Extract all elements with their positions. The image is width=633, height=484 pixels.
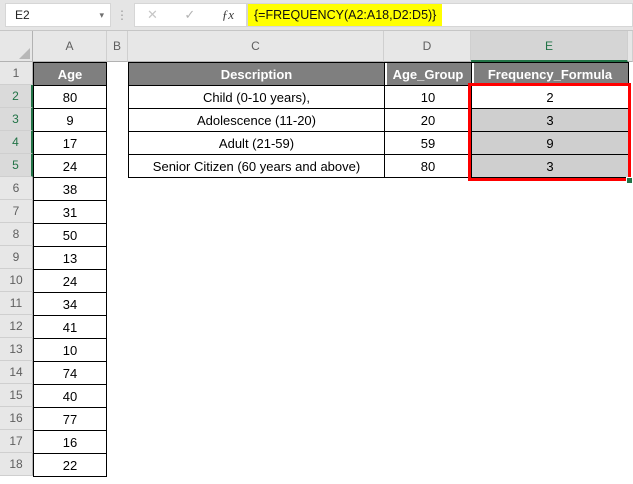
row-header-13[interactable]: 13 <box>0 338 33 361</box>
row-header-16[interactable]: 16 <box>0 407 33 430</box>
age-cell[interactable]: 24 <box>33 154 107 178</box>
fill-handle[interactable] <box>626 177 633 184</box>
row-header-4[interactable]: 4 <box>0 131 33 154</box>
age-cell[interactable]: 17 <box>33 131 107 155</box>
enter-icon[interactable]: ✓ <box>184 7 195 23</box>
row-header-17[interactable]: 17 <box>0 430 33 453</box>
formula-input[interactable]: {=FREQUENCY(A2:A18,D2:D5)} <box>247 3 633 27</box>
age-cell[interactable]: 9 <box>33 108 107 132</box>
column-header-filler <box>628 31 633 62</box>
age-header-cell[interactable]: Age <box>33 62 107 86</box>
column-header-a[interactable]: A <box>33 31 107 62</box>
frequency-header-cell[interactable]: Frequency_Formula <box>471 62 629 86</box>
column-header-d[interactable]: D <box>384 31 471 62</box>
row-header-14[interactable]: 14 <box>0 361 33 384</box>
frequency-cell[interactable]: 3 <box>471 108 629 132</box>
frequency-cell[interactable]: 2 <box>471 85 629 109</box>
age-cell[interactable]: 77 <box>33 407 107 431</box>
description-cell[interactable]: Child (0-10 years), <box>128 85 385 109</box>
name-box-value: E2 <box>15 8 30 22</box>
row-header-15[interactable]: 15 <box>0 384 33 407</box>
age-group-cell[interactable]: 59 <box>384 131 472 155</box>
column-header-c[interactable]: C <box>128 31 384 62</box>
formula-text: {=FREQUENCY(A2:A18,D2:D5)} <box>248 4 443 26</box>
chevron-down-icon[interactable]: ▾ <box>99 11 104 20</box>
vertical-dots-icon: ⋮ <box>116 8 128 22</box>
description-header-cell[interactable]: Description <box>128 62 385 86</box>
row-header-12[interactable]: 12 <box>0 315 33 338</box>
cancel-icon[interactable]: ✕ <box>147 7 158 23</box>
age-cell[interactable]: 10 <box>33 338 107 362</box>
row-header-11[interactable]: 11 <box>0 292 33 315</box>
age-cell[interactable]: 13 <box>33 246 107 270</box>
row-header-6[interactable]: 6 <box>0 177 33 200</box>
row-header-9[interactable]: 9 <box>0 246 33 269</box>
name-box[interactable]: E2 ▾ <box>5 3 111 27</box>
age-cell[interactable]: 38 <box>33 177 107 201</box>
row-header-8[interactable]: 8 <box>0 223 33 246</box>
age-group-cell[interactable]: 20 <box>384 108 472 132</box>
age-cell[interactable]: 24 <box>33 269 107 293</box>
spreadsheet-app: E2 ▾ ⋮ ✕ ✓ ƒx {=FREQUENCY(A2:A18,D2:D5)}… <box>0 0 633 484</box>
row-header-3[interactable]: 3 <box>0 108 33 131</box>
age-group-cell[interactable]: 10 <box>384 85 472 109</box>
formula-buttons: ✕ ✓ ƒx <box>134 3 247 27</box>
age-cell[interactable]: 80 <box>33 85 107 109</box>
frequency-cell[interactable]: 9 <box>471 131 629 155</box>
row-header-7[interactable]: 7 <box>0 200 33 223</box>
age-group-cell[interactable]: 80 <box>384 154 472 178</box>
description-cell[interactable]: Adolescence (11-20) <box>128 108 385 132</box>
row-header-5[interactable]: 5 <box>0 154 33 177</box>
age-cell[interactable]: 74 <box>33 361 107 385</box>
age-cell[interactable]: 40 <box>33 384 107 408</box>
row-header-10[interactable]: 10 <box>0 269 33 292</box>
age-cell[interactable]: 16 <box>33 430 107 454</box>
age-cell[interactable]: 34 <box>33 292 107 316</box>
age-cell[interactable]: 31 <box>33 200 107 224</box>
description-cell[interactable]: Adult (21-59) <box>128 131 385 155</box>
fx-icon[interactable]: ƒx <box>222 7 234 23</box>
age-group-header-cell[interactable]: Age_Group <box>384 62 472 86</box>
row-header-18[interactable]: 18 <box>0 453 33 476</box>
row-header-1[interactable]: 1 <box>0 62 33 85</box>
column-header-e[interactable]: E <box>471 31 628 62</box>
row-header-2[interactable]: 2 <box>0 85 33 108</box>
column-header-b[interactable]: B <box>107 31 128 62</box>
formula-toolbar: E2 ▾ ⋮ ✕ ✓ ƒx {=FREQUENCY(A2:A18,D2:D5)} <box>0 0 633 31</box>
age-cell[interactable]: 41 <box>33 315 107 339</box>
select-all-button[interactable] <box>0 31 33 62</box>
frequency-cell[interactable]: 3 <box>471 154 629 178</box>
select-all-triangle-icon <box>19 48 30 59</box>
age-cell[interactable]: 22 <box>33 453 107 477</box>
description-cell[interactable]: Senior Citizen (60 years and above) <box>128 154 385 178</box>
age-cell[interactable]: 50 <box>33 223 107 247</box>
